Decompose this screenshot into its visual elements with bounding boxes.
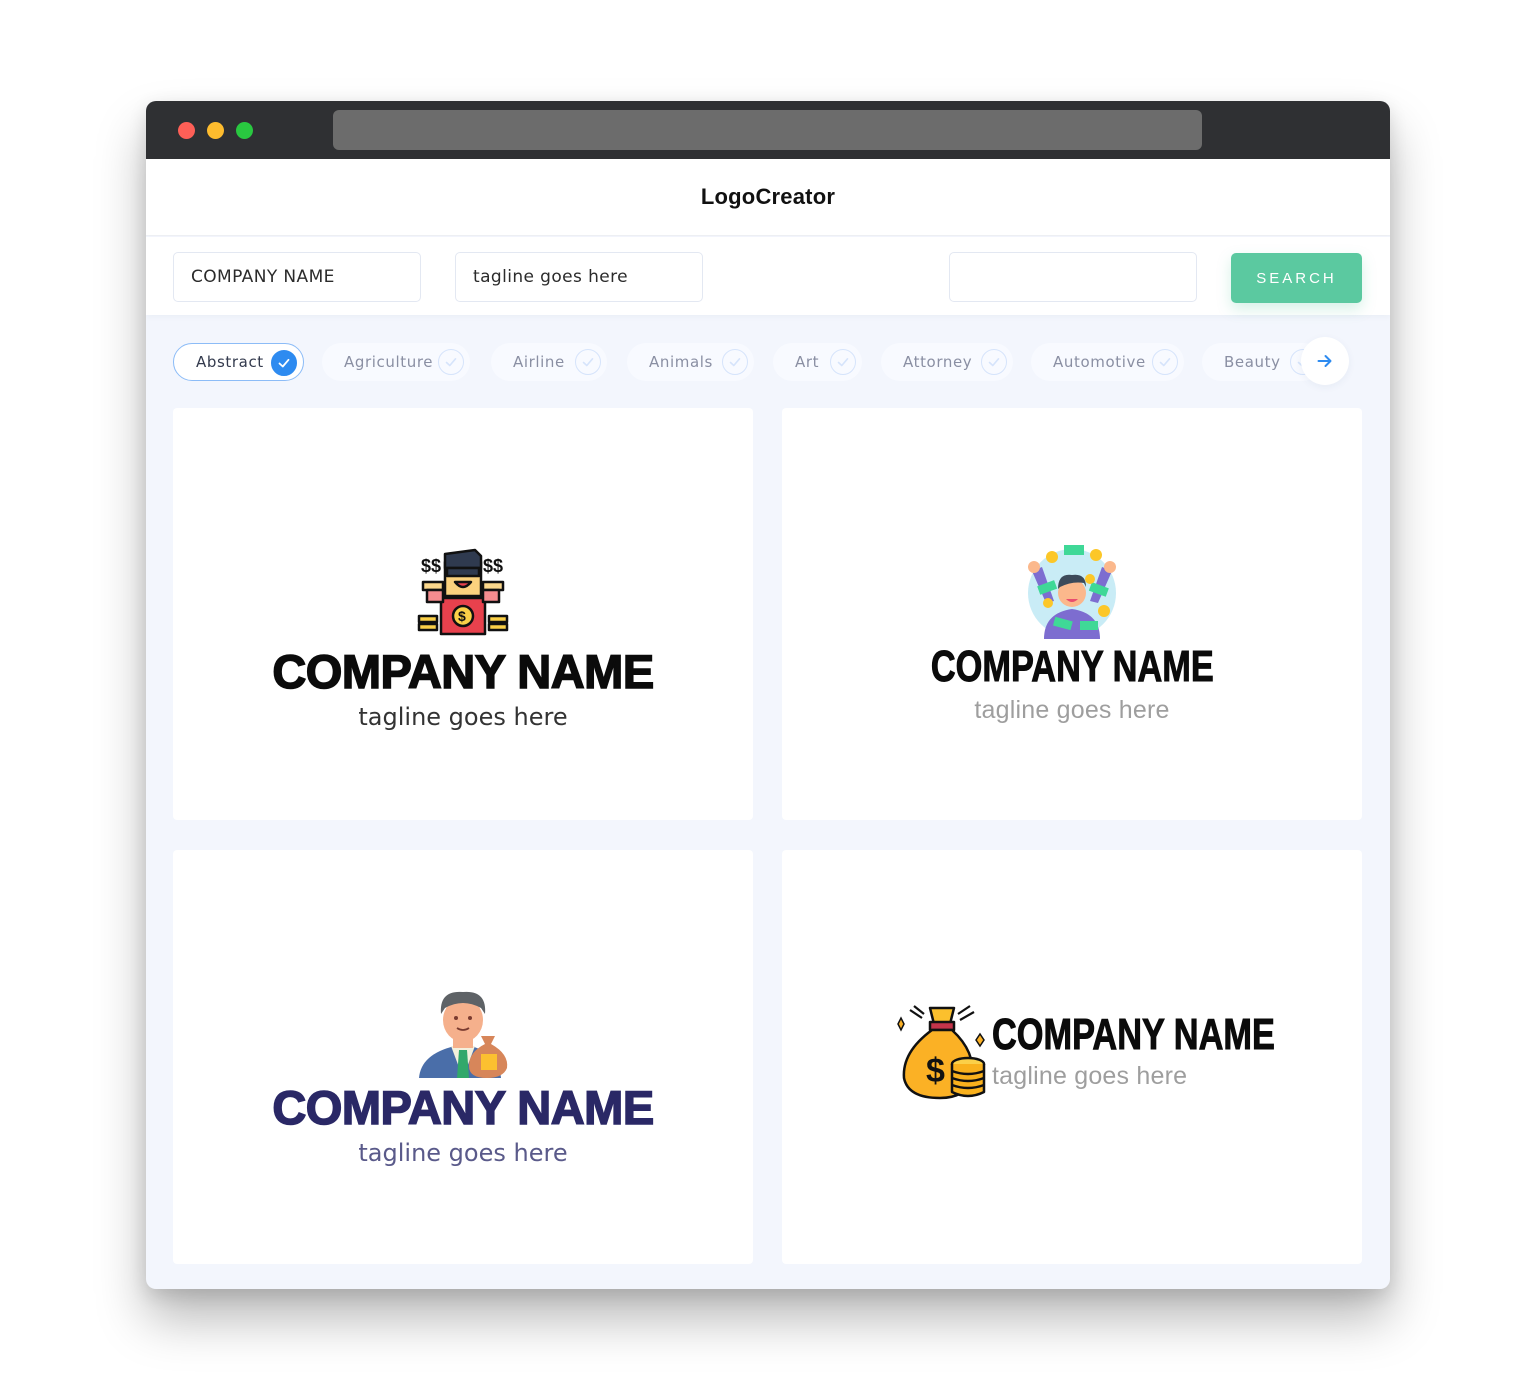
keyword-input[interactable] [949,252,1197,302]
category-chip-art[interactable]: Art [773,343,862,381]
app-header: LogoCreator [146,159,1390,236]
check-icon [438,349,464,375]
next-categories-button[interactable] [1301,337,1349,385]
logo-tagline: tagline goes here [358,1139,568,1167]
minimize-window-button[interactable] [207,122,224,139]
logo-card[interactable]: COMPANY NAME tagline goes here [782,408,1362,820]
category-chip-label: Abstract [196,353,264,371]
category-filter-bar: Abstract Agriculture Airline Animals Art [173,337,1363,385]
logo-tagline: tagline goes here [992,1062,1188,1090]
logo-company-name: COMPANY NAME [992,1010,1276,1059]
category-chip-label: Attorney [903,353,973,371]
svg-text:$: $ [926,1052,945,1090]
arrow-right-icon [1317,355,1332,367]
logo-card[interactable]: COMPANY NAME tagline goes here [173,850,753,1264]
logo-tagline: tagline goes here [974,696,1170,724]
category-chip-label: Automotive [1053,353,1146,371]
category-chip-label: Animals [649,353,713,371]
check-icon [981,349,1007,375]
man-money-rain-icon [1028,545,1116,639]
maximize-window-button[interactable] [236,122,253,139]
search-row: COMPANY NAME tagline goes here SEARCH [146,237,1390,315]
money-bag-coins-icon: $ [897,1005,986,1100]
category-chip-agriculture[interactable]: Agriculture [322,343,470,381]
category-chip-animals[interactable]: Animals [627,343,754,381]
category-chip-label: Airline [513,353,565,371]
check-icon [722,349,748,375]
rich-man-sunglasses-icon: $ $$ $$ [417,548,509,636]
logo-company-name: COMPANY NAME [272,645,655,698]
svg-text:$: $ [458,608,466,624]
check-icon [271,350,297,376]
tagline-input[interactable]: tagline goes here [455,252,703,302]
businessman-money-bag-icon [419,991,508,1078]
logo-company-name: COMPANY NAME [930,642,1214,691]
company-name-input[interactable]: COMPANY NAME [173,252,421,302]
close-window-button[interactable] [178,122,195,139]
category-chip-airline[interactable]: Airline [491,343,607,381]
check-icon [575,349,601,375]
check-icon [830,349,856,375]
check-icon [1152,349,1178,375]
browser-window: LogoCreator COMPANY NAME tagline goes he… [146,101,1390,1289]
logo-card[interactable]: $ COMPANY NAME tagline goes here [782,850,1362,1264]
app-title[interactable]: LogoCreator [701,184,835,210]
address-bar[interactable] [333,110,1202,150]
category-chip-automotive[interactable]: Automotive [1031,343,1184,381]
category-chip-attorney[interactable]: Attorney [881,343,1013,381]
svg-text:$$: $$ [483,556,503,576]
category-chip-label: Art [795,353,820,371]
svg-text:$$: $$ [421,556,441,576]
logo-company-name: COMPANY NAME [272,1081,655,1134]
search-button[interactable]: SEARCH [1231,253,1362,303]
logo-card[interactable]: $ $$ $$ COMPANY NAME tagline goes here [173,408,753,820]
logo-tagline: tagline goes here [358,703,568,731]
title-bar [146,101,1390,159]
category-chip-label: Agriculture [344,353,434,371]
category-chip-label: Beauty [1224,353,1281,371]
category-chip-abstract[interactable]: Abstract [173,343,304,381]
